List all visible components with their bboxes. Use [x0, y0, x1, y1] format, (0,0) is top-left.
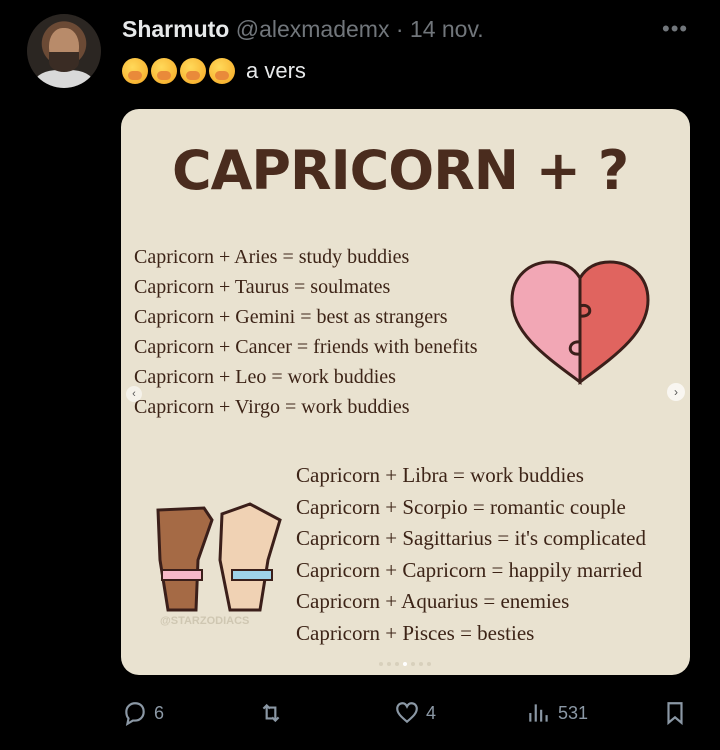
- reply-count: 6: [154, 702, 165, 723]
- face-with-hand-over-mouth-icon: [151, 58, 177, 84]
- image-watermark: @STARZODIACS: [160, 615, 250, 627]
- match-line: Capricorn + Libra = work buddies: [296, 463, 584, 487]
- views-count: 531: [558, 702, 589, 723]
- match-line: Capricorn + Pisces = besties: [296, 620, 535, 645]
- separator-dot: ·: [395, 16, 404, 42]
- carousel-dot: [411, 662, 415, 666]
- carousel-dot: [419, 662, 423, 666]
- image-title: CAPRICORN + ?: [172, 139, 629, 202]
- more-options-icon[interactable]: •••: [662, 16, 688, 42]
- author-handle[interactable]: @alexmademx: [236, 16, 390, 42]
- match-line: Capricorn + Scorpio = romantic couple: [296, 494, 626, 519]
- match-line: Capricorn + Gemini = best as strangers: [134, 306, 448, 328]
- avatar[interactable]: [27, 14, 101, 88]
- reply-icon: [125, 702, 145, 726]
- carousel-dot-active: [403, 662, 407, 666]
- match-line: Capricorn + Leo = work buddies: [134, 366, 396, 388]
- puzzle-heart-icon: [510, 260, 650, 385]
- retweet-icon: [262, 703, 280, 723]
- face-with-hand-over-mouth-icon: [180, 58, 206, 84]
- match-line: Capricorn + Capricorn = happily married: [296, 557, 643, 582]
- views-button[interactable]: 531: [526, 700, 588, 726]
- views-icon: [529, 704, 548, 722]
- tweet-actions: 6 4 531: [0, 700, 720, 730]
- bookmark-button[interactable]: [662, 700, 688, 726]
- match-line: Capricorn + Taurus = soulmates: [134, 276, 391, 298]
- tweet-date[interactable]: 14 nov.: [410, 16, 484, 42]
- matches-bottom-list: Capricorn + Libra = work buddies Caprico…: [296, 460, 646, 649]
- heart-icon: [396, 702, 418, 724]
- face-with-hand-over-mouth-icon: [209, 58, 235, 84]
- matches-top-list: Capricorn + Aries = study buddies Capric…: [134, 242, 478, 422]
- face-with-hand-over-mouth-icon: [122, 58, 148, 84]
- raised-fists-icon: [156, 502, 282, 612]
- match-line: Capricorn + Aquarius = enemies: [296, 589, 570, 613]
- author-name[interactable]: Sharmuto: [122, 16, 229, 42]
- tweet-text-content: a vers: [246, 58, 306, 83]
- avatar-beard: [49, 52, 79, 72]
- carousel-dots: [379, 662, 431, 666]
- tweet-text: a vers: [122, 58, 306, 84]
- reply-button[interactable]: 6: [122, 700, 164, 726]
- match-line: Capricorn + Virgo = work buddies: [134, 396, 410, 418]
- bookmark-icon: [667, 702, 683, 726]
- carousel-dot: [379, 662, 383, 666]
- like-button[interactable]: 4: [394, 700, 436, 726]
- carousel-next-button[interactable]: ›: [667, 383, 685, 401]
- retweet-button[interactable]: [258, 700, 284, 726]
- avatar-shirt: [35, 70, 93, 88]
- carousel-dot: [395, 662, 399, 666]
- match-line: Capricorn + Sagittarius = it's complicat…: [296, 526, 646, 550]
- tweet-header: Sharmuto @alexmademx · 14 nov.: [122, 16, 484, 43]
- carousel-dot: [387, 662, 391, 666]
- match-line: Capricorn + Aries = study buddies: [134, 246, 410, 268]
- carousel-dot: [427, 662, 431, 666]
- carousel-prev-button[interactable]: ‹: [126, 386, 142, 402]
- match-line: Capricorn + Cancer = friends with benefi…: [134, 336, 478, 358]
- like-count: 4: [426, 702, 437, 723]
